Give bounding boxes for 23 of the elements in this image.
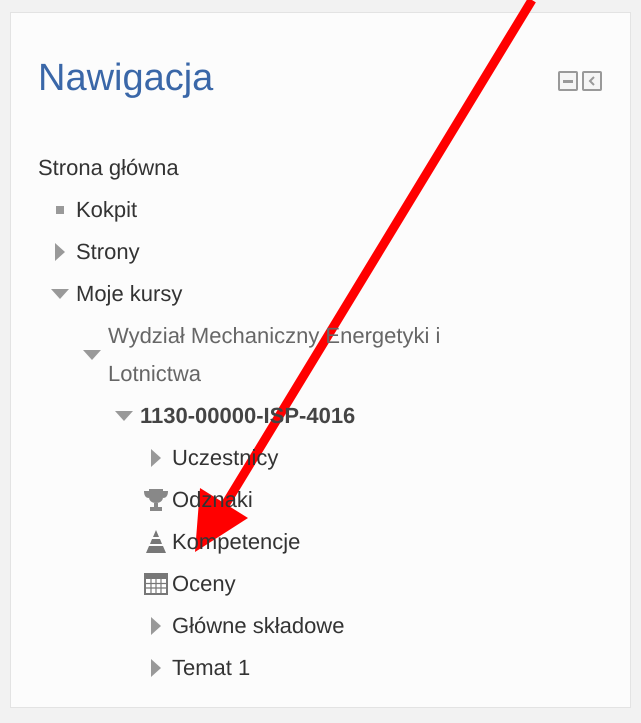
pyramid-icon xyxy=(144,530,168,554)
expanded-caret-icon[interactable] xyxy=(83,350,101,360)
collapsed-caret-icon[interactable] xyxy=(151,659,161,677)
block-title: Nawigacja xyxy=(38,56,214,101)
collapsed-caret-icon[interactable] xyxy=(151,617,161,635)
collapsed-caret-icon[interactable] xyxy=(151,449,161,467)
nav-item[interactable]: Temat 1 xyxy=(172,647,250,689)
nav-item[interactable]: Moje kursy xyxy=(76,273,182,315)
nav-item[interactable]: Kokpit xyxy=(76,189,138,231)
collapsed-caret-icon[interactable] xyxy=(55,243,65,261)
nav-item[interactable]: Strony xyxy=(76,231,140,273)
expanded-caret-icon[interactable] xyxy=(51,289,69,299)
minimize-button[interactable] xyxy=(558,71,578,91)
nav-item[interactable]: Główne składowe xyxy=(172,605,344,647)
chevron-left-icon xyxy=(588,76,596,86)
nav-item[interactable]: Oceny xyxy=(172,563,236,605)
table-grid-icon xyxy=(144,573,168,595)
expanded-caret-icon[interactable] xyxy=(115,411,133,421)
nav-item[interactable]: Strona główna xyxy=(38,147,179,189)
trophy-icon xyxy=(143,488,169,512)
minus-icon xyxy=(563,80,573,82)
dock-button[interactable] xyxy=(582,71,602,91)
bullet-icon xyxy=(56,206,64,214)
